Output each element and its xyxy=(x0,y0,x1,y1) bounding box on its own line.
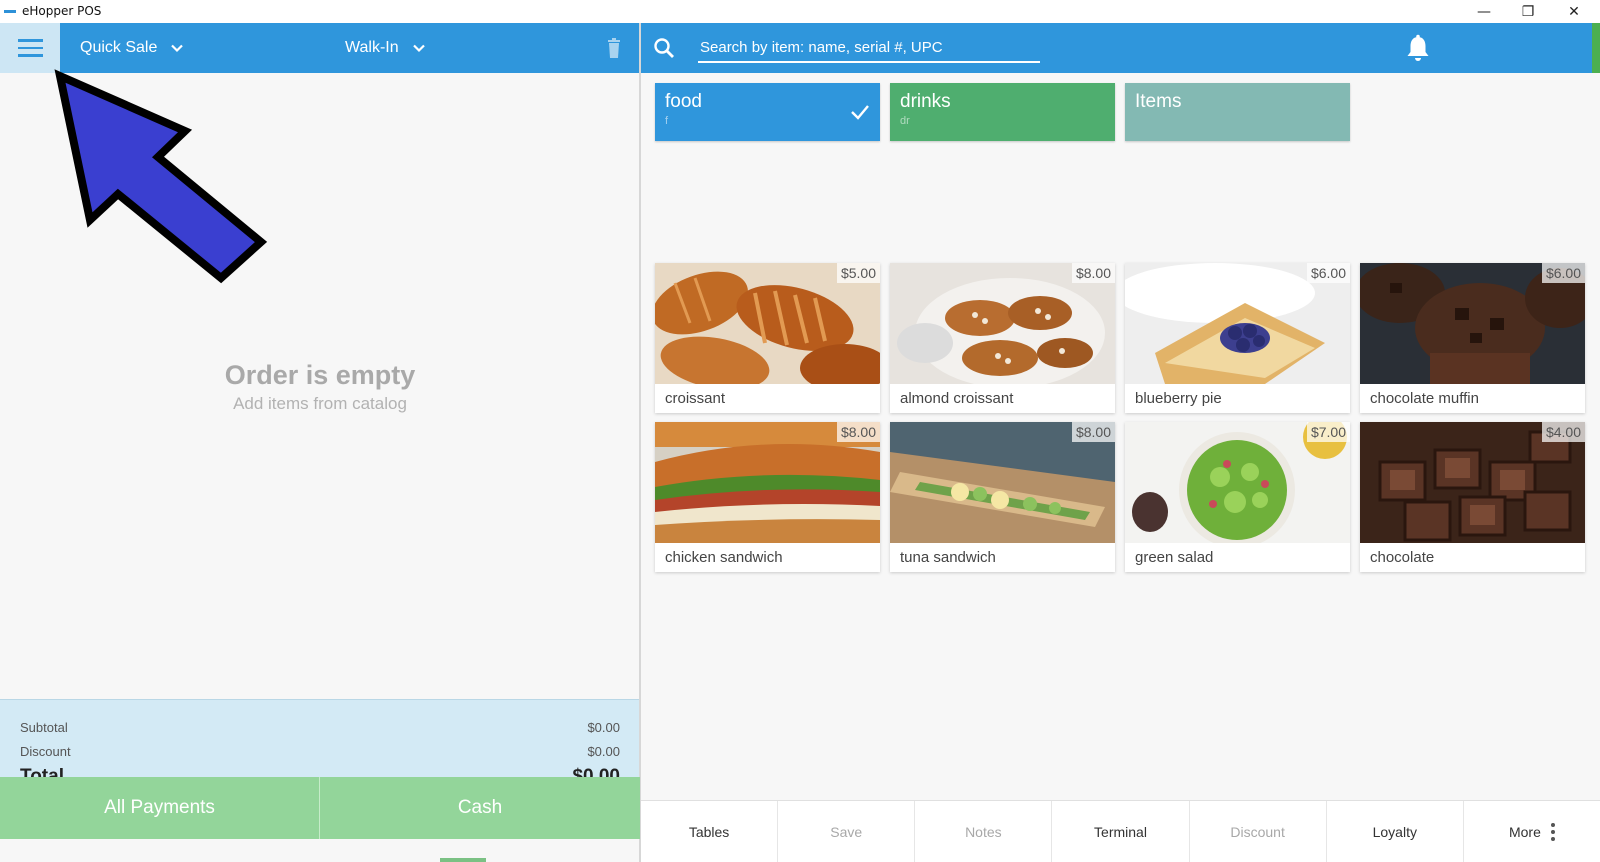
more-button[interactable]: More xyxy=(1464,801,1600,862)
order-header: Quick Sale Walk-In xyxy=(0,23,640,73)
customer-label: Walk-In xyxy=(345,39,399,56)
category-drinks[interactable]: drinks dr xyxy=(890,83,1115,141)
item-card-croissant[interactable]: $5.00 croissant xyxy=(655,263,880,413)
loyalty-button[interactable]: Loyalty xyxy=(1327,801,1464,862)
window-titlebar: eHopper POS — ❐ ✕ xyxy=(0,0,1600,23)
item-price: $7.00 xyxy=(1306,422,1350,442)
tables-button[interactable]: Tables xyxy=(641,801,779,862)
category-name: Items xyxy=(1135,91,1182,112)
item-name: chicken sandwich xyxy=(665,549,783,566)
close-window-button[interactable]: ✕ xyxy=(1552,0,1596,23)
order-type-dropdown[interactable]: Quick Sale xyxy=(80,23,185,73)
item-card-blueberry-pie[interactable]: $6.00 blueberry pie xyxy=(1125,263,1350,413)
notes-button[interactable]: Notes xyxy=(915,801,1053,862)
minimize-button[interactable]: — xyxy=(1462,0,1506,23)
item-name: green salad xyxy=(1135,549,1214,566)
item-name: blueberry pie xyxy=(1135,390,1222,407)
app-icon xyxy=(4,10,16,13)
search-input[interactable] xyxy=(698,33,1040,63)
item-price: $4.00 xyxy=(1541,422,1585,442)
checkmark-icon xyxy=(851,105,869,120)
item-card-almond-croissant[interactable]: $8.00 almond croissant xyxy=(890,263,1115,413)
menu-line xyxy=(17,46,43,50)
window-title: eHopper POS xyxy=(22,4,102,18)
item-card-green-salad[interactable]: $7.00 green salad xyxy=(1125,422,1350,572)
all-payments-button[interactable]: All Payments xyxy=(0,777,319,839)
terminal-button[interactable]: Terminal xyxy=(1052,801,1190,862)
discount-label: Discount xyxy=(20,744,71,759)
more-vert-icon xyxy=(1550,822,1555,841)
catalog-panel: food f drinks dr Items $5.00 croissant xyxy=(641,23,1600,862)
category-code: dr xyxy=(900,115,910,127)
menu-line xyxy=(17,39,43,42)
item-name: croissant xyxy=(665,390,726,407)
maximize-button[interactable]: ❐ xyxy=(1506,0,1550,23)
category-name: drinks xyxy=(900,91,951,112)
order-panel: Quick Sale Walk-In Order is empty Add it… xyxy=(0,23,640,862)
item-card-tuna-sandwich[interactable]: $8.00 tuna sandwich xyxy=(890,422,1115,572)
item-price: $5.00 xyxy=(836,263,880,283)
item-card-chicken-sandwich[interactable]: $8.00 chicken sandwich xyxy=(655,422,880,572)
category-items[interactable]: Items xyxy=(1125,83,1350,141)
bell-icon[interactable] xyxy=(1402,33,1434,65)
category-code: f xyxy=(665,115,669,127)
subtotal-row: Subtotal $0.00 xyxy=(20,720,620,735)
item-name: almond croissant xyxy=(900,390,1014,407)
item-name: tuna sandwich xyxy=(900,549,996,566)
item-price: $8.00 xyxy=(1071,422,1115,442)
search-icon[interactable] xyxy=(653,37,675,59)
more-label: More xyxy=(1508,823,1541,840)
order-empty-title: Order is empty xyxy=(224,360,416,390)
category-food[interactable]: food f xyxy=(655,83,880,141)
save-button[interactable]: Save xyxy=(778,801,916,862)
item-name: chocolate muffin xyxy=(1370,390,1479,407)
subtotal-value: $0.00 xyxy=(587,720,620,735)
customer-dropdown[interactable]: Walk-In xyxy=(345,23,427,73)
item-price: $8.00 xyxy=(1071,263,1115,283)
item-price: $6.00 xyxy=(1541,263,1585,283)
discount-value: $0.00 xyxy=(587,744,620,759)
chevron-down-icon xyxy=(412,44,425,53)
order-type-label: Quick Sale xyxy=(80,39,158,56)
chevron-down-icon xyxy=(171,44,184,53)
item-name: chocolate xyxy=(1370,549,1435,566)
hamburger-menu-button[interactable] xyxy=(0,23,60,73)
discount-row: Discount $0.00 xyxy=(20,744,620,759)
item-price: $8.00 xyxy=(836,422,880,442)
menu-line xyxy=(17,54,43,57)
action-toolbar: Tables Save Notes Terminal Discount Loya… xyxy=(641,800,1600,862)
discount-button[interactable]: Discount xyxy=(1190,801,1327,862)
trash-icon[interactable] xyxy=(604,38,624,60)
item-price: $6.00 xyxy=(1306,263,1350,283)
item-card-chocolate-muffin[interactable]: $6.00 chocolate muffin xyxy=(1360,263,1585,413)
status-edge xyxy=(1592,23,1600,73)
item-card-chocolate[interactable]: $4.00 chocolate xyxy=(1360,422,1585,572)
cash-button[interactable]: Cash xyxy=(320,777,640,839)
order-empty-subtitle: Add items from catalog xyxy=(233,394,407,413)
catalog-header xyxy=(641,23,1592,73)
cash-indicator xyxy=(440,858,486,862)
subtotal-label: Subtotal xyxy=(20,720,68,735)
category-name: food xyxy=(665,91,702,112)
